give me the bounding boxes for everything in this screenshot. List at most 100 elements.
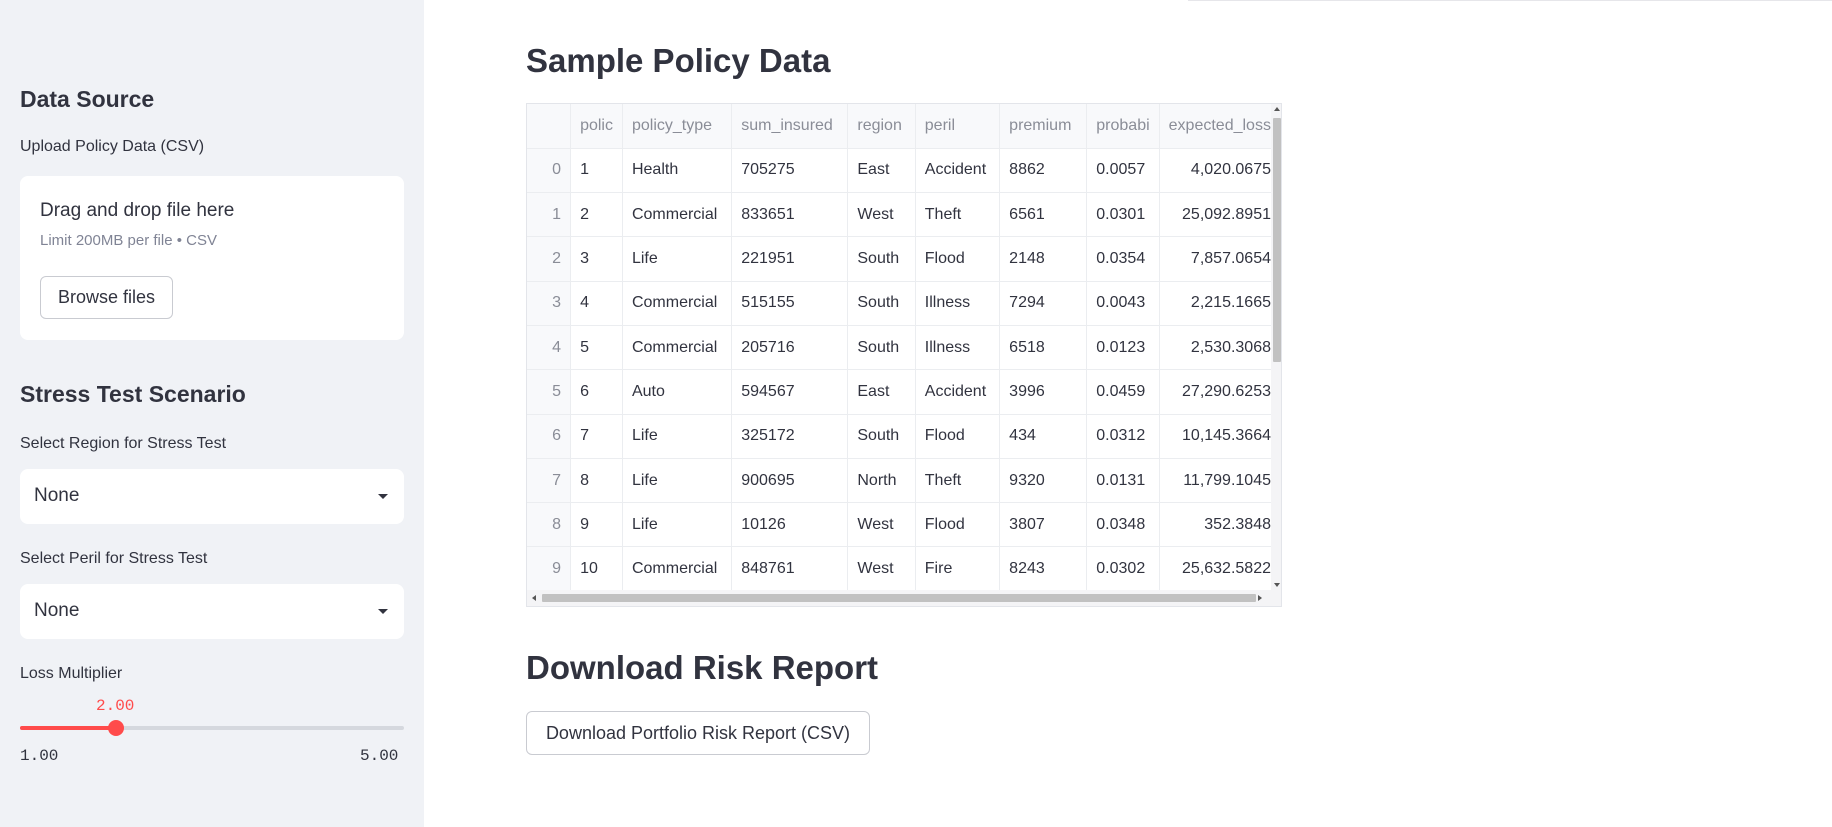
column-header[interactable]: peril [915, 104, 1001, 149]
column-header[interactable]: polic [570, 104, 623, 149]
column-header[interactable]: probabi [1086, 104, 1160, 149]
scroll-down-icon[interactable] [1274, 583, 1280, 587]
table-row[interactable]: 1 2 Commercial 833651 West Theft 6561 0.0301 25,… [527, 192, 1281, 238]
table-cell[interactable]: 25,632.5822 [1159, 546, 1281, 592]
row-index[interactable]: 7 [527, 458, 572, 504]
row-index[interactable]: 9 [527, 546, 572, 592]
row-index[interactable]: 2 [527, 236, 572, 282]
table-cell[interactable]: Commercial [622, 325, 733, 371]
table-cell[interactable]: 0.0131 [1086, 458, 1160, 504]
table-cell[interactable]: Illness [915, 281, 1001, 326]
table-cell[interactable]: 0.0057 [1086, 148, 1160, 194]
table-cell[interactable]: East [847, 369, 916, 415]
table-cell[interactable]: 0.0123 [1086, 325, 1160, 371]
table-cell[interactable]: Commercial [622, 281, 733, 326]
table-row[interactable]: 2 3 Life 221951 South Flood 2148 0.0354 7,857.06… [527, 236, 1281, 282]
table-cell[interactable]: 9 [570, 502, 623, 548]
table-cell[interactable]: Life [622, 236, 733, 282]
column-header[interactable]: region [847, 104, 916, 149]
row-index[interactable]: 5 [527, 369, 572, 415]
table-cell[interactable]: 2,530.3068 [1159, 325, 1281, 371]
table-cell[interactable]: 0.0459 [1086, 369, 1160, 415]
row-index[interactable]: 4 [527, 325, 572, 371]
table-cell[interactable]: Flood [915, 236, 1001, 282]
table-cell[interactable]: 1 [570, 148, 623, 194]
table-cell[interactable]: 833651 [731, 192, 849, 238]
table-cell[interactable]: Accident [915, 369, 1001, 415]
table-cell[interactable]: 10 [570, 546, 623, 592]
table-cell[interactable]: 8862 [999, 148, 1088, 194]
table-row[interactable]: 7 8 Life 900695 North Theft 9320 0.0131 11,799.1… [527, 458, 1281, 504]
table-row[interactable]: 6 7 Life 325172 South Flood 434 0.0312 10,145.36… [527, 414, 1281, 459]
table-cell[interactable]: 594567 [731, 369, 849, 415]
table-cell[interactable]: 7294 [999, 281, 1088, 326]
table-cell[interactable]: 0.0354 [1086, 236, 1160, 282]
table-cell[interactable]: Flood [915, 502, 1001, 548]
column-header[interactable]: policy_type [622, 104, 733, 149]
scroll-right-icon[interactable] [1258, 595, 1262, 601]
slider-thumb[interactable] [108, 720, 124, 736]
scroll-left-icon[interactable] [532, 595, 536, 601]
table-cell[interactable]: 6561 [999, 192, 1088, 238]
table-cell[interactable]: 352.3848 [1159, 502, 1281, 548]
table-cell[interactable]: 2148 [999, 236, 1088, 282]
table-cell[interactable]: 900695 [731, 458, 849, 504]
policy-dataframe[interactable]: polic policy_type sum_insured region peril pr… [526, 103, 1282, 607]
horizontal-scroll-thumb[interactable] [542, 594, 1256, 602]
table-cell[interactable]: 10,145.3664 [1159, 414, 1281, 459]
table-cell[interactable]: West [847, 502, 916, 548]
table-cell[interactable]: 3996 [999, 369, 1088, 415]
column-header[interactable]: sum_insured [731, 104, 849, 149]
table-cell[interactable]: North [847, 458, 916, 504]
table-cell[interactable]: 11,799.1045 [1159, 458, 1281, 504]
table-cell[interactable]: South [847, 236, 916, 282]
row-index[interactable]: 0 [527, 148, 572, 194]
table-row[interactable]: 4 5 Commercial 205716 South Illness 6518 0.0123… [527, 325, 1281, 371]
table-cell[interactable]: 25,092.8951 [1159, 192, 1281, 238]
table-cell[interactable]: 4,020.0675 [1159, 148, 1281, 194]
table-cell[interactable]: 7,857.0654 [1159, 236, 1281, 282]
table-cell[interactable]: West [847, 192, 916, 238]
table-cell[interactable]: Illness [915, 325, 1001, 371]
column-header[interactable]: premium [999, 104, 1088, 149]
table-cell[interactable]: 0.0302 [1086, 546, 1160, 592]
table-cell[interactable]: 7 [570, 414, 623, 459]
table-row[interactable]: 8 9 Life 10126 West Flood 3807 0.0348 352.3848 [527, 502, 1281, 548]
table-cell[interactable]: 205716 [731, 325, 849, 371]
row-index[interactable]: 8 [527, 502, 572, 548]
table-cell[interactable]: 848761 [731, 546, 849, 592]
table-cell[interactable]: 0.0312 [1086, 414, 1160, 459]
row-index[interactable]: 1 [527, 192, 572, 238]
column-header[interactable]: expected_loss [1159, 104, 1281, 149]
table-cell[interactable]: 515155 [731, 281, 849, 326]
download-report-button[interactable]: Download Portfolio Risk Report (CSV) [526, 711, 870, 755]
table-cell[interactable]: 3807 [999, 502, 1088, 548]
table-cell[interactable]: 4 [570, 281, 623, 326]
table-cell[interactable]: 325172 [731, 414, 849, 459]
table-cell[interactable]: Health [622, 148, 733, 194]
horizontal-scrollbar[interactable] [527, 590, 1281, 606]
table-cell[interactable]: East [847, 148, 916, 194]
table-cell[interactable]: Theft [915, 192, 1001, 238]
scroll-up-icon[interactable] [1274, 107, 1280, 111]
table-cell[interactable]: South [847, 325, 916, 371]
row-index[interactable]: 3 [527, 281, 572, 326]
table-cell[interactable]: 8243 [999, 546, 1088, 592]
table-cell[interactable]: 0.0043 [1086, 281, 1160, 326]
table-cell[interactable]: Accident [915, 148, 1001, 194]
table-cell[interactable]: 27,290.6253 [1159, 369, 1281, 415]
table-cell[interactable]: 705275 [731, 148, 849, 194]
table-cell[interactable]: 2,215.1665 [1159, 281, 1281, 326]
table-cell[interactable]: 5 [570, 325, 623, 371]
table-cell[interactable]: Life [622, 458, 733, 504]
row-index[interactable]: 6 [527, 414, 572, 459]
table-cell[interactable]: Theft [915, 458, 1001, 504]
table-row[interactable]: 5 6 Auto 594567 East Accident 3996 0.0459 27,290… [527, 369, 1281, 415]
table-cell[interactable]: 6 [570, 369, 623, 415]
table-cell[interactable]: 0.0301 [1086, 192, 1160, 238]
table-cell[interactable]: 0.0348 [1086, 502, 1160, 548]
vertical-scroll-thumb[interactable] [1273, 118, 1281, 362]
region-select[interactable]: None [20, 469, 404, 524]
table-cell[interactable]: 3 [570, 236, 623, 282]
vertical-scrollbar[interactable] [1271, 104, 1281, 590]
